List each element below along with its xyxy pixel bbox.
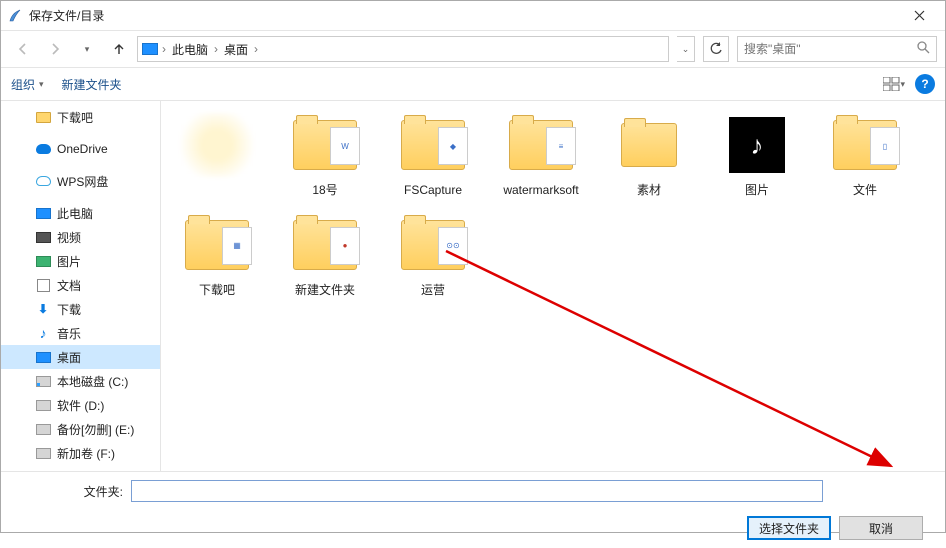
new-folder-button[interactable]: 新建文件夹: [62, 76, 122, 93]
document-icon: [37, 279, 50, 292]
tree-downloads2[interactable]: ⬇下载: [1, 297, 160, 321]
tree-music[interactable]: ♪音乐: [1, 321, 160, 345]
address-dropdown[interactable]: ⌄: [677, 36, 695, 62]
tree-documents[interactable]: 文档: [1, 273, 160, 297]
cloud-icon: [36, 176, 51, 186]
folder-icon: [36, 112, 51, 123]
close-icon: [914, 10, 925, 21]
drive-icon: [36, 424, 51, 435]
tree-this-pc[interactable]: 此电脑: [1, 201, 160, 225]
drive-icon: [36, 376, 51, 387]
desktop-icon: [36, 352, 51, 363]
download-icon: ⬇: [35, 302, 51, 316]
select-folder-button[interactable]: 选择文件夹: [747, 516, 831, 540]
drive-icon: [36, 400, 51, 411]
folder-item[interactable]: ●新建文件夹: [273, 209, 377, 303]
up-button[interactable]: [105, 35, 133, 63]
help-button[interactable]: ?: [915, 74, 935, 94]
search-icon: [917, 41, 930, 57]
cancel-button[interactable]: 取消: [839, 516, 923, 540]
video-icon: [36, 232, 51, 243]
folder-item-blurred[interactable]: [165, 109, 269, 203]
window-title: 保存文件/目录: [29, 7, 899, 24]
refresh-button[interactable]: [703, 36, 729, 62]
blurred-thumbnail: [178, 113, 256, 177]
folder-item[interactable]: 素材: [597, 109, 701, 203]
arrow-right-icon: [48, 42, 62, 56]
view-button[interactable]: ▾: [883, 73, 905, 95]
tree-onedrive[interactable]: OneDrive: [1, 137, 160, 161]
search-input[interactable]: [744, 42, 917, 56]
breadcrumb-root[interactable]: 此电脑: [170, 41, 210, 58]
tree-drive-e[interactable]: 备份[勿删] (E:): [1, 417, 160, 441]
address-bar[interactable]: › 此电脑 › 桌面 ›: [137, 36, 669, 62]
folder-icon: ◆: [401, 120, 465, 170]
onedrive-icon: [36, 144, 51, 154]
help-icon: ?: [921, 77, 928, 91]
tree-desktop[interactable]: 桌面: [1, 345, 160, 369]
tree-drive-d[interactable]: 软件 (D:): [1, 393, 160, 417]
folder-item[interactable]: ≡watermarksoft: [489, 109, 593, 203]
tree-drive-c[interactable]: 本地磁盘 (C:): [1, 369, 160, 393]
folder-name-input[interactable]: [131, 480, 823, 502]
back-button[interactable]: [9, 35, 37, 63]
tiktok-icon: ♪: [729, 117, 785, 173]
nav-bar: ▾ › 此电脑 › 桌面 › ⌄: [1, 31, 945, 67]
title-bar: 保存文件/目录: [1, 1, 945, 31]
tree-drive-f[interactable]: 新加卷 (F:): [1, 441, 160, 465]
pc-icon: [36, 208, 51, 219]
tree-videos[interactable]: 视频: [1, 225, 160, 249]
folder-name-label: 文件夹:: [13, 483, 123, 500]
drive-icon: [36, 448, 51, 459]
folder-icon: ⊙⊙: [401, 220, 465, 270]
arrow-left-icon: [16, 42, 30, 56]
refresh-icon: [709, 42, 723, 56]
folder-item[interactable]: ♪图片: [705, 109, 809, 203]
folder-icon: ●: [293, 220, 357, 270]
organize-menu[interactable]: 组织 ▾: [11, 76, 44, 93]
pictures-icon: [36, 256, 51, 267]
chevron-down-icon: ▾: [900, 79, 905, 90]
tree-downloads-folder[interactable]: 下载吧: [1, 105, 160, 129]
folder-icon: W: [293, 120, 357, 170]
folder-item[interactable]: ◆FSCapture: [381, 109, 485, 203]
folder-item[interactable]: ▯文件: [813, 109, 917, 203]
dialog-footer: 文件夹: 选择文件夹 取消: [1, 471, 945, 548]
chevron-down-icon: ▾: [39, 79, 44, 90]
organize-label: 组织: [11, 76, 35, 93]
close-button[interactable]: [899, 2, 939, 30]
new-folder-label: 新建文件夹: [62, 76, 122, 93]
breadcrumb-sep: ›: [160, 42, 168, 56]
breadcrumb-current[interactable]: 桌面: [222, 41, 250, 58]
folder-item[interactable]: ▦下载吧: [165, 209, 269, 303]
folder-item[interactable]: W18号: [273, 109, 377, 203]
tree-wps[interactable]: WPS网盘: [1, 169, 160, 193]
folder-icon: ▦: [185, 220, 249, 270]
tree-pictures[interactable]: 图片: [1, 249, 160, 273]
folder-item[interactable]: ⊙⊙运营: [381, 209, 485, 303]
app-icon: [7, 8, 23, 24]
chevron-down-icon: ⌄: [682, 44, 690, 55]
toolbar: 组织 ▾ 新建文件夹 ▾ ?: [1, 67, 945, 101]
music-icon: ♪: [35, 326, 51, 340]
file-pane[interactable]: W18号 ◆FSCapture ≡watermarksoft 素材 ♪图片 ▯文…: [161, 101, 945, 471]
folder-icon: [621, 123, 677, 167]
chevron-down-icon: ▾: [85, 44, 90, 55]
recent-button[interactable]: ▾: [73, 35, 101, 63]
arrow-up-icon: [112, 42, 126, 56]
folder-icon: ≡: [509, 120, 573, 170]
folder-icon: ▯: [833, 120, 897, 170]
view-icon: [883, 77, 900, 91]
search-box[interactable]: [737, 36, 937, 62]
forward-button[interactable]: [41, 35, 69, 63]
pc-icon: [142, 43, 158, 55]
nav-tree: 下载吧 OneDrive WPS网盘 此电脑 视频 图片 文档 ⬇下载 ♪音乐 …: [1, 101, 161, 471]
